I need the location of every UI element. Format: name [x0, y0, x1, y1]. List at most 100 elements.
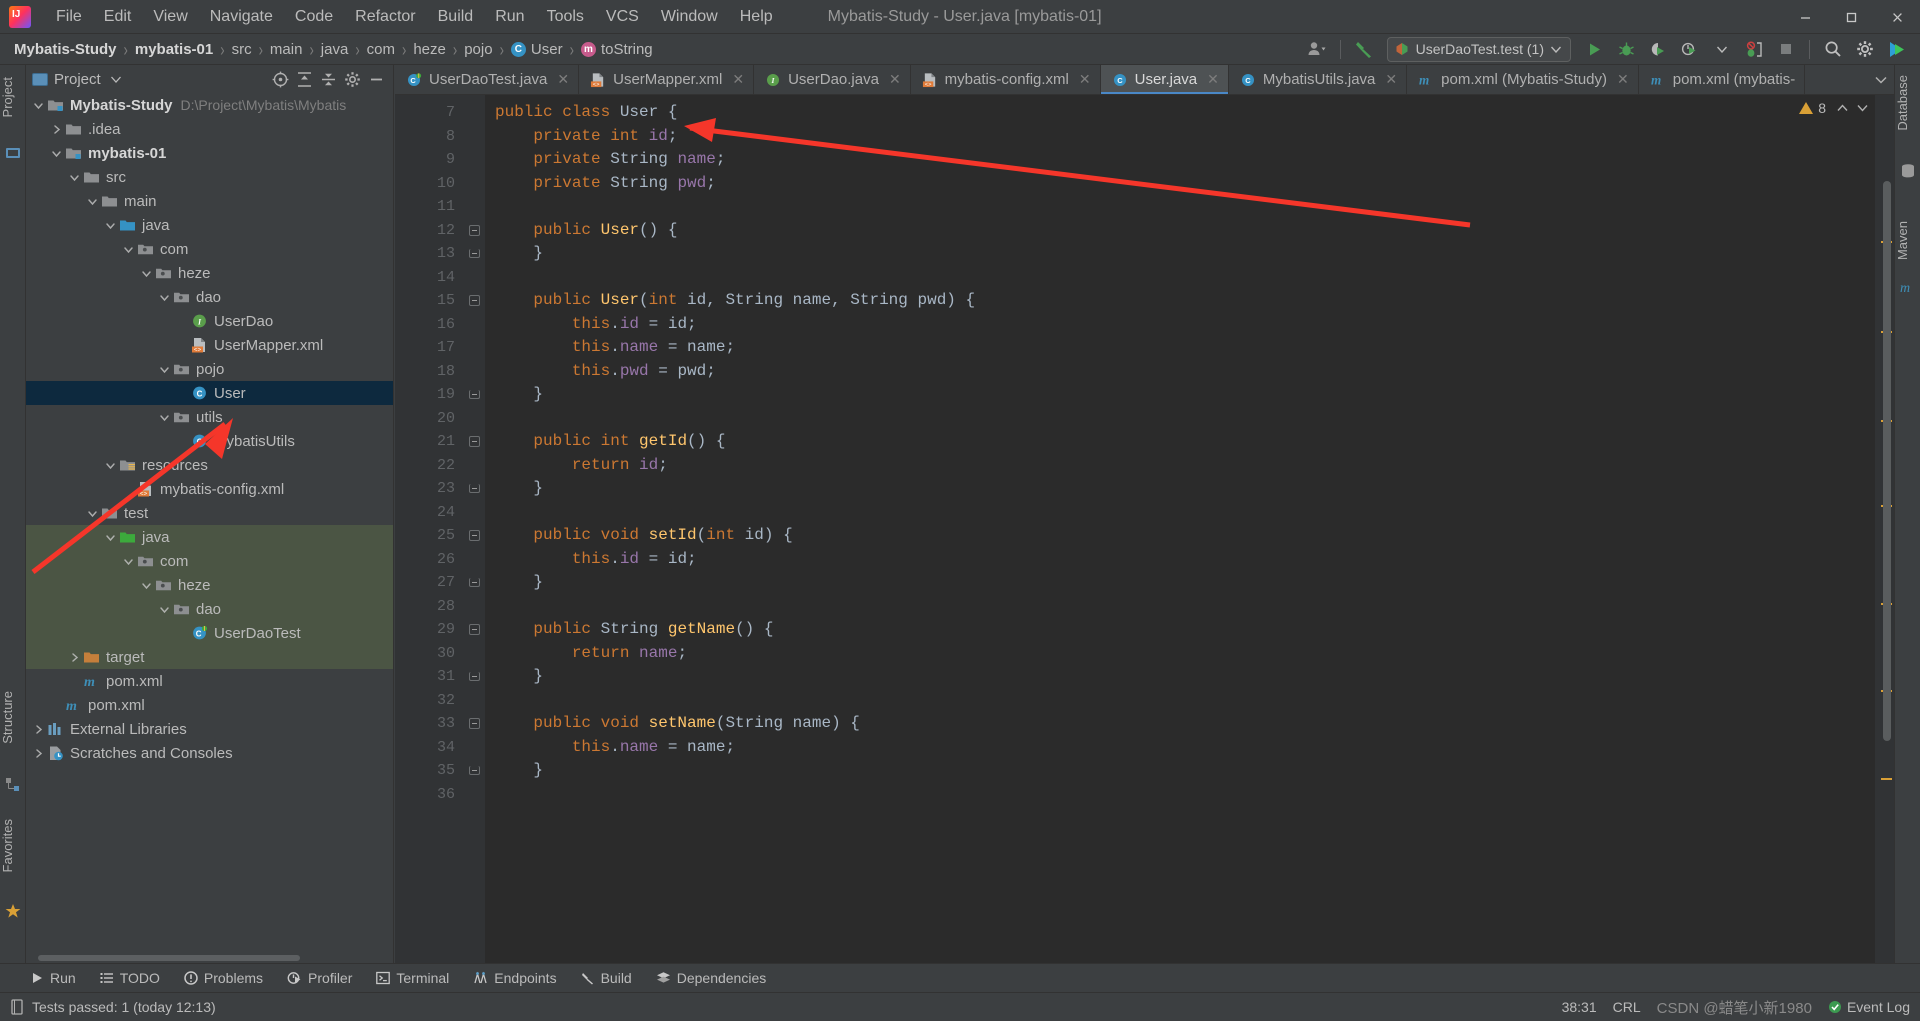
more-run-options-icon[interactable] — [1707, 36, 1737, 62]
tree-node-src[interactable]: src — [26, 165, 393, 189]
code-line[interactable]: public void setName(String name) { — [495, 712, 1875, 736]
editor-tab-userdaotest-java[interactable]: C UserDaoTest.java ✕ — [395, 65, 580, 94]
inspection-widget[interactable]: 8 — [1799, 100, 1868, 116]
chevron-down-icon[interactable] — [68, 171, 81, 184]
maximize-button[interactable] — [1828, 0, 1874, 34]
bottom-tool-terminal[interactable]: Terminal — [376, 970, 449, 986]
menu-item-run[interactable]: Run — [484, 5, 535, 29]
tree-node-mybatis-study[interactable]: Mybatis-Study D:\Project\Mybatis\Mybatis — [26, 93, 393, 117]
fold-marker[interactable] — [463, 665, 485, 689]
breadcrumb-item-mybatis-study[interactable]: Mybatis-Study — [14, 41, 117, 58]
chevron-down-icon[interactable] — [158, 411, 171, 424]
tree-node-dao[interactable]: dao — [26, 597, 393, 621]
code-line[interactable]: this.id = id; — [495, 548, 1875, 572]
tree-node--idea[interactable]: .idea — [26, 117, 393, 141]
scroll-from-source-icon[interactable] — [269, 68, 291, 90]
sidebar-item-database[interactable]: Database — [1895, 69, 1920, 137]
editor-tab-mybatisutils-java[interactable]: C MybatisUtils.java ✕ — [1229, 65, 1408, 94]
menu-item-build[interactable]: Build — [427, 5, 485, 29]
close-tab-icon[interactable]: ✕ — [1079, 71, 1091, 88]
chevron-down-icon[interactable] — [50, 147, 63, 160]
fold-marker[interactable] — [463, 759, 485, 783]
code-line[interactable]: public class User { — [495, 101, 1875, 125]
user-avatar-icon[interactable] — [1302, 36, 1332, 62]
chevron-down-icon[interactable] — [122, 555, 135, 568]
code-line[interactable] — [495, 195, 1875, 219]
chevron-down-icon[interactable] — [104, 459, 117, 472]
fold-end-icon[interactable] — [468, 484, 480, 494]
code-line[interactable]: public void setId(int id) { — [495, 524, 1875, 548]
fold-marker[interactable] — [463, 618, 485, 642]
fold-collapse-icon[interactable] — [468, 224, 480, 236]
code-line[interactable]: return name; — [495, 642, 1875, 666]
debug-button[interactable] — [1611, 36, 1641, 62]
fold-collapse-icon[interactable] — [468, 295, 480, 307]
code-line[interactable] — [495, 783, 1875, 807]
tree-node-usermapper-xml[interactable]: <> UserMapper.xml — [26, 333, 393, 357]
run-button[interactable] — [1579, 36, 1609, 62]
breadcrumb-item-mybatis-01[interactable]: mybatis-01 — [135, 41, 213, 58]
fold-marker[interactable] — [463, 219, 485, 243]
code-line[interactable]: this.id = id; — [495, 313, 1875, 337]
fold-marker[interactable] — [463, 430, 485, 454]
code-line[interactable]: public User(int id, String name, String … — [495, 289, 1875, 313]
breadcrumb-item-user[interactable]: C User — [510, 41, 563, 58]
source-code[interactable]: public class User { private int id; priv… — [485, 95, 1875, 963]
tree-node-com[interactable]: com — [26, 237, 393, 261]
breadcrumb-item-java[interactable]: java — [321, 41, 349, 58]
menu-item-refactor[interactable]: Refactor — [344, 5, 426, 29]
code-line[interactable]: } — [495, 665, 1875, 689]
chevron-right-icon[interactable] — [32, 723, 45, 736]
code-line[interactable]: } — [495, 477, 1875, 501]
chevron-right-icon[interactable] — [32, 747, 45, 760]
editor-tab-strip[interactable]: C UserDaoTest.java ✕ <> UserMapper.xml ✕ I User… — [395, 65, 1894, 95]
breadcrumb-item-tostring[interactable]: m toString — [580, 41, 653, 58]
breadcrumb-item-src[interactable]: src — [232, 41, 252, 58]
ide-feature-trainer-icon[interactable] — [1882, 36, 1912, 62]
close-tab-icon[interactable]: ✕ — [1207, 71, 1219, 88]
chevron-down-icon[interactable] — [158, 291, 171, 304]
menu-item-navigate[interactable]: Navigate — [199, 5, 284, 29]
fold-end-icon[interactable] — [468, 390, 480, 400]
collapse-all-icon[interactable] — [317, 68, 339, 90]
expand-all-icon[interactable] — [293, 68, 315, 90]
chevron-down-icon[interactable] — [158, 363, 171, 376]
fold-marker[interactable] — [463, 477, 485, 501]
chevron-down-icon[interactable] — [104, 219, 117, 232]
tree-node-test[interactable]: test — [26, 501, 393, 525]
fold-marker[interactable] — [463, 242, 485, 266]
chevron-down-icon[interactable] — [104, 531, 117, 544]
chevron-down-icon[interactable] — [158, 603, 171, 616]
profiler-button[interactable] — [1675, 36, 1705, 62]
tree-node-external-libraries[interactable]: External Libraries — [26, 717, 393, 741]
code-line[interactable]: this.name = name; — [495, 736, 1875, 760]
fold-marker[interactable] — [463, 524, 485, 548]
search-everywhere-icon[interactable] — [1818, 36, 1848, 62]
close-tab-icon[interactable]: ✕ — [732, 71, 744, 88]
sidebar-item-favorites[interactable]: Favorites — [0, 813, 26, 878]
fold-end-icon[interactable] — [468, 249, 480, 259]
code-line[interactable]: this.name = name; — [495, 336, 1875, 360]
fold-marker[interactable] — [463, 571, 485, 595]
menu-item-vcs[interactable]: VCS — [595, 5, 650, 29]
bottom-tool-todo[interactable]: TODO — [100, 970, 160, 986]
tree-node-user[interactable]: C User — [26, 381, 393, 405]
code-line[interactable]: } — [495, 242, 1875, 266]
close-tab-icon[interactable]: ✕ — [889, 71, 901, 88]
breadcrumb-item-com[interactable]: com — [367, 41, 395, 58]
fold-end-icon[interactable] — [468, 766, 480, 776]
tree-node-userdao[interactable]: I UserDao — [26, 309, 393, 333]
tree-node-mybatis-config-xml[interactable]: <> mybatis-config.xml — [26, 477, 393, 501]
tree-node-pom-xml[interactable]: m pom.xml — [26, 669, 393, 693]
code-line[interactable]: public User() { — [495, 219, 1875, 243]
menu-item-help[interactable]: Help — [729, 5, 784, 29]
tree-node-dao[interactable]: dao — [26, 285, 393, 309]
event-log-button[interactable]: Event Log — [1828, 999, 1910, 1015]
tab-overflow-chevron-icon[interactable] — [1868, 65, 1894, 94]
run-configuration-selector[interactable]: UserDaoTest.test (1) — [1386, 36, 1571, 62]
editor-tab-mybatis-config-xml[interactable]: <> mybatis-config.xml ✕ — [911, 65, 1101, 94]
editor-tab-pom-xml-mybatis-[interactable]: m pom.xml (mybatis- — [1639, 65, 1806, 94]
fold-end-icon[interactable] — [468, 578, 480, 588]
sidebar-item-project[interactable]: Project — [0, 71, 26, 123]
editor-tab-userdao-java[interactable]: I UserDao.java ✕ — [754, 65, 911, 94]
